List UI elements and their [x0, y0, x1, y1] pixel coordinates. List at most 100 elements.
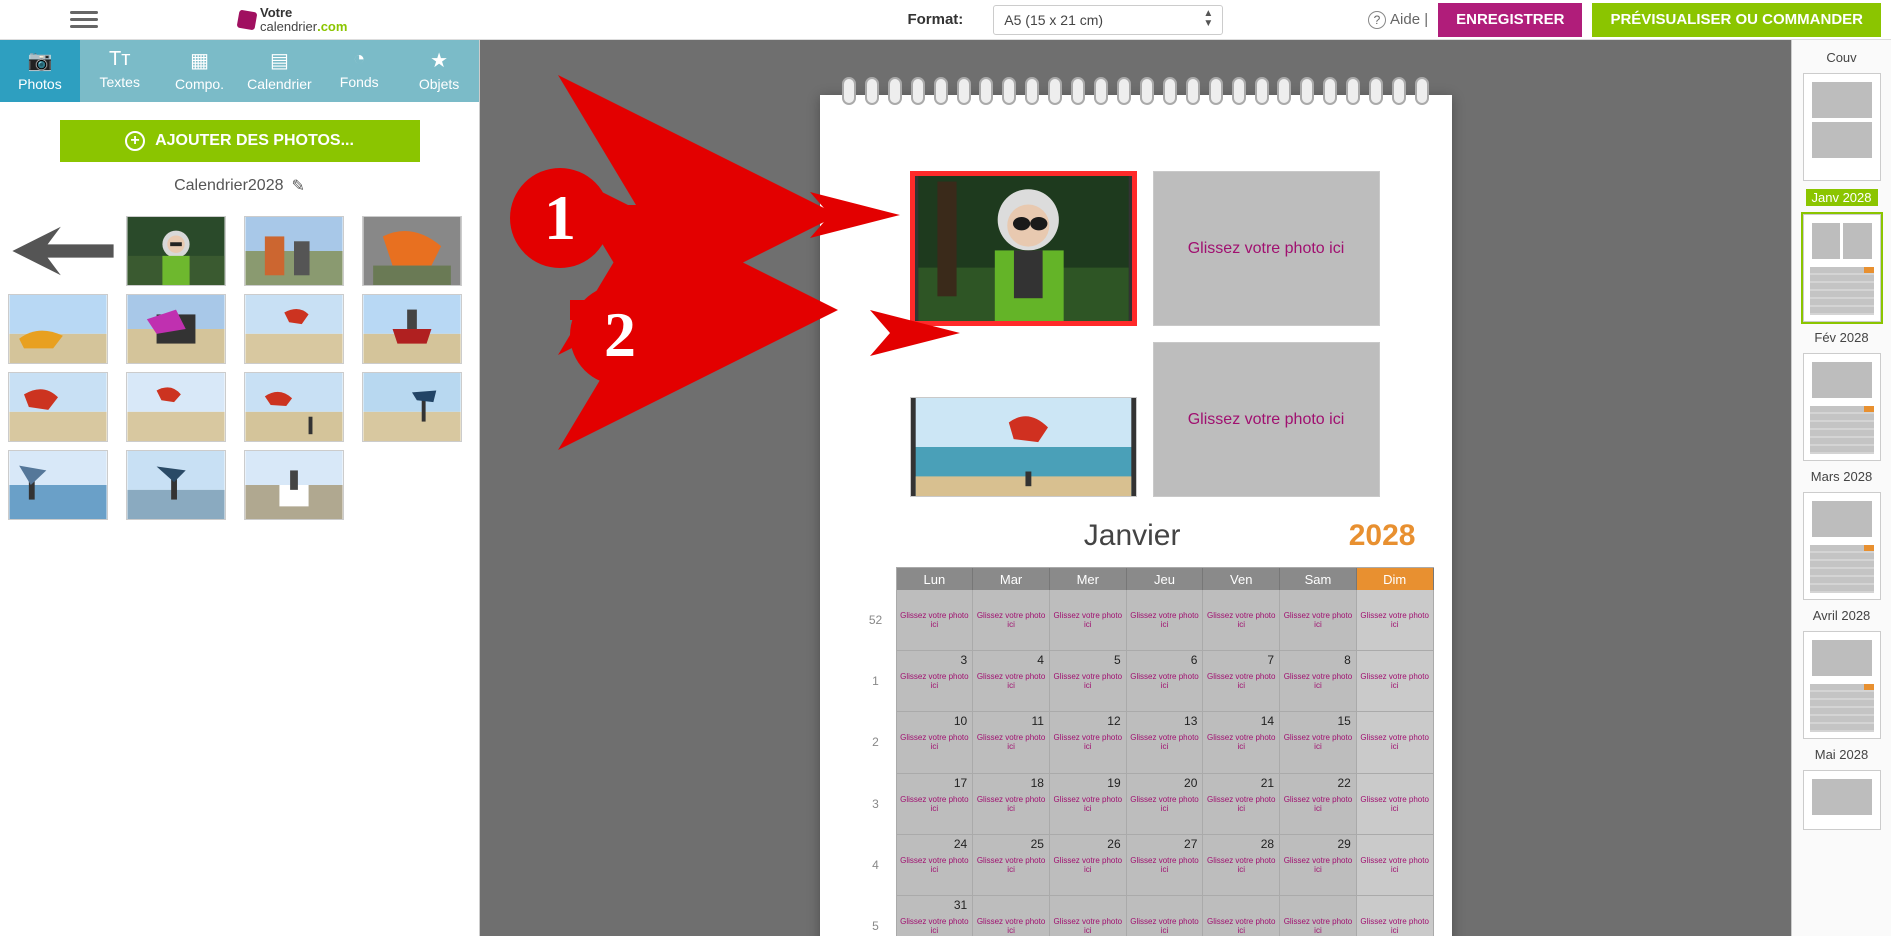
calendar-cell[interactable]: Glissez votre photo ici: [1280, 896, 1357, 936]
calendar-cell[interactable]: Glissez votre photo ici: [1050, 896, 1127, 936]
calendar-cell[interactable]: 14Glissez votre photo ici: [1203, 712, 1280, 773]
back-arrow[interactable]: [8, 216, 118, 286]
calendar-cell[interactable]: 21Glissez votre photo ici: [1203, 774, 1280, 835]
thumb-photo-5[interactable]: [126, 294, 226, 364]
calendar-cell[interactable]: Glissez votre photo ici: [1357, 651, 1434, 712]
calendar-cell[interactable]: 12Glissez votre photo ici: [1050, 712, 1127, 773]
calendar-cell[interactable]: Glissez votre photo ici: [1280, 590, 1357, 651]
menu-icon[interactable]: [70, 6, 98, 34]
calendar-cell[interactable]: Glissez votre photo ici: [1203, 896, 1280, 936]
calendar-cell[interactable]: 6Glissez votre photo ici: [1127, 651, 1204, 712]
calendar-cell[interactable]: 25Glissez votre photo ici: [973, 835, 1050, 896]
thumb-photo-2[interactable]: [244, 216, 344, 286]
tab-calendrier[interactable]: ▤Calendrier: [239, 40, 319, 102]
page-thumb-mars[interactable]: [1803, 492, 1881, 600]
tab-compo[interactable]: ▦Compo.: [160, 40, 240, 102]
calendar-cell[interactable]: Glissez votre photo ici: [1357, 590, 1434, 651]
page-thumb-janv[interactable]: [1803, 214, 1881, 322]
calendar-cell[interactable]: 4Glissez votre photo ici: [973, 651, 1050, 712]
calendar-cell[interactable]: Glissez votre photo ici: [1357, 896, 1434, 936]
calendar-cell[interactable]: Glissez votre photo ici: [1050, 590, 1127, 651]
calendar-cell[interactable]: 22Glissez votre photo ici: [1280, 774, 1357, 835]
calendar-cell[interactable]: 31Glissez votre photo ici: [897, 896, 974, 936]
calendar-cell[interactable]: Glissez votre photo ici: [1357, 712, 1434, 773]
preview-order-button[interactable]: PRÉVISUALISER OU COMMANDER: [1592, 3, 1881, 37]
calendar-cell[interactable]: Glissez votre photo ici: [1127, 590, 1204, 651]
day-header: Ven: [1203, 568, 1280, 590]
tab-fonds[interactable]: ◔Fonds: [319, 40, 399, 102]
thumb-photo-1[interactable]: [126, 216, 226, 286]
thumb-photo-9[interactable]: [126, 372, 226, 442]
pencil-icon[interactable]: ✎: [292, 176, 305, 196]
calendar-cell[interactable]: 19Glissez votre photo ici: [1050, 774, 1127, 835]
calendar-cell[interactable]: 18Glissez votre photo ici: [973, 774, 1050, 835]
calendar-cell[interactable]: 28Glissez votre photo ici: [1203, 835, 1280, 896]
thumb-photo-10[interactable]: [244, 372, 344, 442]
plus-circle-icon: +: [125, 131, 145, 151]
calendar-cell[interactable]: 3Glissez votre photo ici: [897, 651, 974, 712]
calendar-cell[interactable]: 29Glissez votre photo ici: [1280, 835, 1357, 896]
thumb-photo-7[interactable]: [362, 294, 462, 364]
page-thumb-avril[interactable]: [1803, 631, 1881, 739]
calendar-cell[interactable]: Glissez votre photo ici: [973, 590, 1050, 651]
tab-compo-label: Compo.: [175, 76, 224, 92]
format-select-wrap[interactable]: ▲▼: [978, 5, 1223, 35]
tab-calendrier-label: Calendrier: [247, 76, 312, 92]
month-header: Janvier 2028: [820, 519, 1452, 553]
day-header: Sam: [1280, 568, 1357, 590]
day-header: Lun: [897, 568, 974, 590]
logo[interactable]: Votre calendrier.com: [238, 6, 347, 33]
calendar-cell[interactable]: 20Glissez votre photo ici: [1127, 774, 1204, 835]
thumb-photo-13[interactable]: [126, 450, 226, 520]
page-label: Couv: [1826, 50, 1856, 65]
page-thumb-mai[interactable]: [1803, 770, 1881, 830]
calendar-cell[interactable]: 15Glissez votre photo ici: [1280, 712, 1357, 773]
photo-slot-1[interactable]: [910, 171, 1137, 326]
calendar-cell[interactable]: 8Glissez votre photo ici: [1280, 651, 1357, 712]
calendar-cell[interactable]: Glissez votre photo ici: [1357, 835, 1434, 896]
tab-photos[interactable]: 📷Photos: [0, 40, 80, 102]
calendar-cell[interactable]: 10Glissez votre photo ici: [897, 712, 974, 773]
thumb-photo-14[interactable]: [244, 450, 344, 520]
calendar-cell[interactable]: 24Glissez votre photo ici: [897, 835, 974, 896]
thumb-photo-3[interactable]: [362, 216, 462, 286]
page-label: Mars 2028: [1811, 469, 1872, 484]
calendar-cell[interactable]: Glissez votre photo ici: [973, 896, 1050, 936]
calendar-cell[interactable]: Glissez votre photo ici: [1357, 774, 1434, 835]
tab-textes[interactable]: TᴛTextes: [80, 40, 160, 102]
thumb-photo-11[interactable]: [362, 372, 462, 442]
calendar-page[interactable]: Glissez votre photo ici Glissez votre ph…: [820, 95, 1452, 936]
annotation-1-text: 1: [544, 181, 576, 255]
photo-slot-4[interactable]: Glissez votre photo ici: [1153, 342, 1380, 497]
calendar-cell[interactable]: Glissez votre photo ici: [1203, 590, 1280, 651]
thumb-photo-6[interactable]: [244, 294, 344, 364]
calendar-cell[interactable]: 26Glissez votre photo ici: [1050, 835, 1127, 896]
save-button[interactable]: ENREGISTRER: [1438, 3, 1582, 37]
help-link[interactable]: ? Aide |: [1368, 11, 1428, 29]
format-select[interactable]: [993, 5, 1223, 35]
tab-textes-label: Textes: [100, 74, 140, 90]
calendar-cell[interactable]: 27Glissez votre photo ici: [1127, 835, 1204, 896]
calendar-cell[interactable]: 7Glissez votre photo ici: [1203, 651, 1280, 712]
calendar-cell[interactable]: 5Glissez votre photo ici: [1050, 651, 1127, 712]
thumb-photo-4[interactable]: [8, 294, 108, 364]
canvas-area: ⿻Copier ✂Couper ⬇Coller Glissez votre ph…: [480, 40, 1791, 936]
photo-slot-3[interactable]: [910, 397, 1137, 497]
back-arrow-icon: [8, 218, 118, 284]
thumb-photo-12[interactable]: [8, 450, 108, 520]
calendar-table: Lun Mar Mer Jeu Ven Sam Dim Glissez votr…: [896, 567, 1434, 936]
photo-slot-2[interactable]: Glissez votre photo ici: [1153, 171, 1380, 326]
calendar-cell[interactable]: 13Glissez votre photo ici: [1127, 712, 1204, 773]
page-thumb-fev[interactable]: [1803, 353, 1881, 461]
tab-objets[interactable]: ★Objets: [399, 40, 479, 102]
calendar-cell[interactable]: 11Glissez votre photo ici: [973, 712, 1050, 773]
album-name[interactable]: Calendrier2028 ✎: [0, 176, 479, 196]
logo-line2: calendrier: [260, 19, 317, 34]
annotation-2-text: 2: [604, 298, 636, 372]
calendar-cell[interactable]: 17Glissez votre photo ici: [897, 774, 974, 835]
thumb-photo-8[interactable]: [8, 372, 108, 442]
calendar-cell[interactable]: Glissez votre photo ici: [897, 590, 974, 651]
add-photos-button[interactable]: + AJOUTER DES PHOTOS...: [60, 120, 420, 162]
page-thumb-couv[interactable]: [1803, 73, 1881, 181]
calendar-cell[interactable]: Glissez votre photo ici: [1127, 896, 1204, 936]
